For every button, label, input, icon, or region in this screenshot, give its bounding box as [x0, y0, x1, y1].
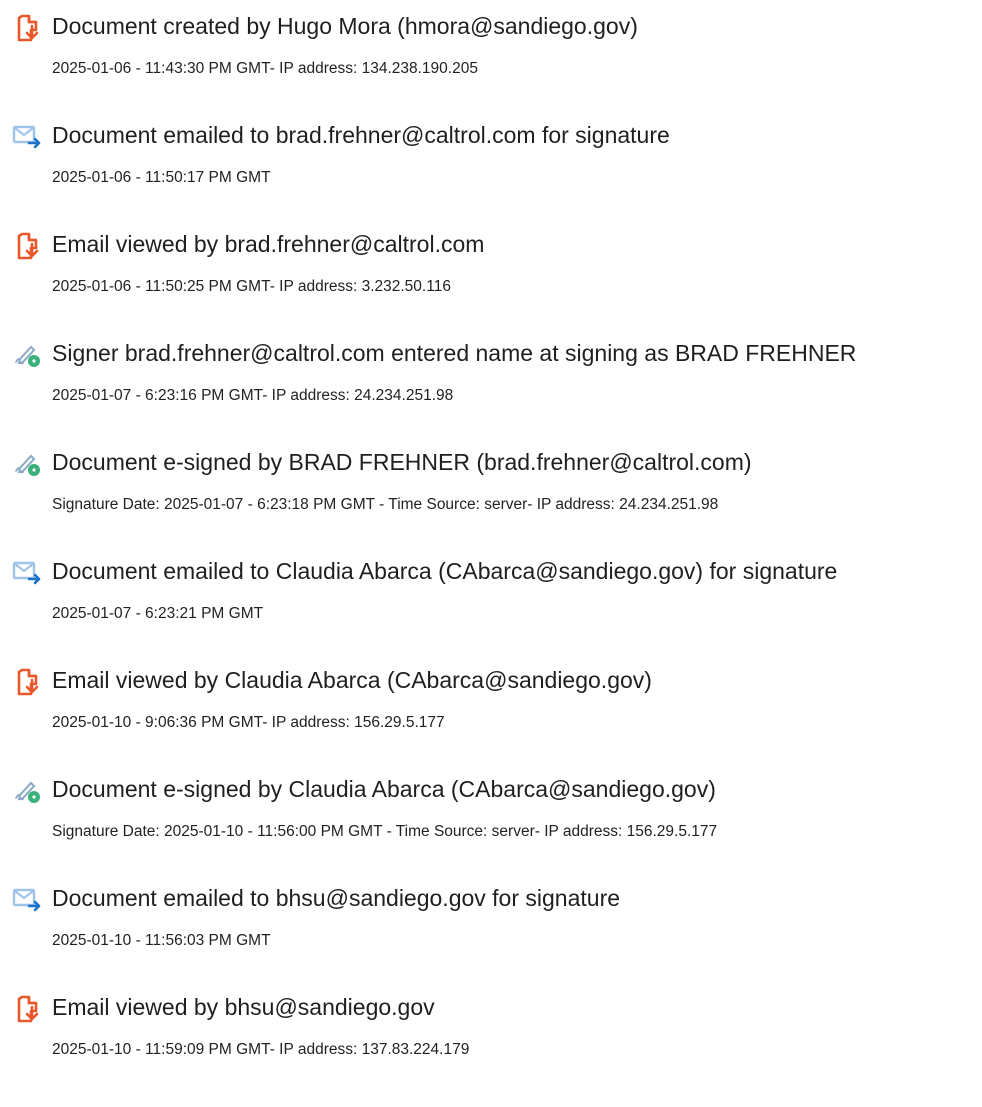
email-sent-icon: [12, 886, 42, 914]
entry-detail: 2025-01-06 - 11:43:30 PM GMT- IP address…: [52, 60, 478, 77]
audit-entry: Document created by Hugo Mora (hmora@san…: [0, 8, 982, 88]
audit-entry: Document emailed to bhsu@sandiego.gov fo…: [0, 880, 982, 960]
audit-entry: Document e-signed by BRAD FREHNER (brad.…: [0, 444, 982, 524]
audit-entry: Email viewed by brad.frehner@caltrol.com…: [0, 226, 982, 306]
email-sent-icon: [12, 123, 42, 151]
entry-title: Email viewed by brad.frehner@caltrol.com: [52, 231, 485, 257]
entry-detail: 2025-01-07 - 6:23:21 PM GMT: [52, 605, 264, 622]
entry-title: Document emailed to brad.frehner@caltrol…: [52, 122, 670, 148]
audit-entry: Document emailed to brad.frehner@caltrol…: [0, 117, 982, 197]
entry-detail: 2025-01-10 - 11:59:09 PM GMT- IP address…: [52, 1041, 470, 1058]
entry-detail: Signature Date: 2025-01-10 - 11:56:00 PM…: [52, 823, 718, 840]
entry-title: Document created by Hugo Mora (hmora@san…: [52, 13, 638, 39]
entry-detail: Signature Date: 2025-01-07 - 6:23:18 PM …: [52, 496, 719, 513]
entry-detail: 2025-01-06 - 11:50:25 PM GMT- IP address…: [52, 278, 451, 295]
entry-detail: 2025-01-10 - 9:06:36 PM GMT- IP address:…: [52, 714, 445, 731]
audit-entry: Signer brad.frehner@caltrol.com entered …: [0, 335, 982, 415]
entry-title: Email viewed by Claudia Abarca (CAbarca@…: [52, 667, 652, 693]
document-viewed-icon: [12, 995, 42, 1023]
document-viewed-icon: [12, 668, 42, 696]
e-sign-icon: [12, 341, 42, 369]
e-sign-icon: [12, 777, 42, 805]
audit-entry: Document emailed to Claudia Abarca (CAba…: [0, 553, 982, 633]
entry-detail: 2025-01-07 - 6:23:16 PM GMT- IP address:…: [52, 387, 454, 404]
entry-title: Document e-signed by BRAD FREHNER (brad.…: [52, 449, 752, 475]
audit-entry: Email viewed by Claudia Abarca (CAbarca@…: [0, 662, 982, 742]
e-sign-icon: [12, 450, 42, 478]
audit-entry: Email viewed by bhsu@sandiego.gov 2025-0…: [0, 989, 982, 1069]
entry-detail: 2025-01-06 - 11:50:17 PM GMT: [52, 169, 271, 186]
entry-title: Document emailed to bhsu@sandiego.gov fo…: [52, 885, 621, 911]
entry-title: Document emailed to Claudia Abarca (CAba…: [52, 558, 838, 584]
document-created-icon: [12, 14, 42, 42]
entry-detail: 2025-01-10 - 11:56:03 PM GMT: [52, 932, 271, 949]
audit-entry: Document e-signed by Claudia Abarca (CAb…: [0, 771, 982, 851]
email-sent-icon: [12, 559, 42, 587]
entry-title: Document e-signed by Claudia Abarca (CAb…: [52, 776, 716, 802]
entry-title: Email viewed by bhsu@sandiego.gov: [52, 994, 435, 1020]
entry-title: Signer brad.frehner@caltrol.com entered …: [52, 340, 857, 366]
document-viewed-icon: [12, 232, 42, 260]
